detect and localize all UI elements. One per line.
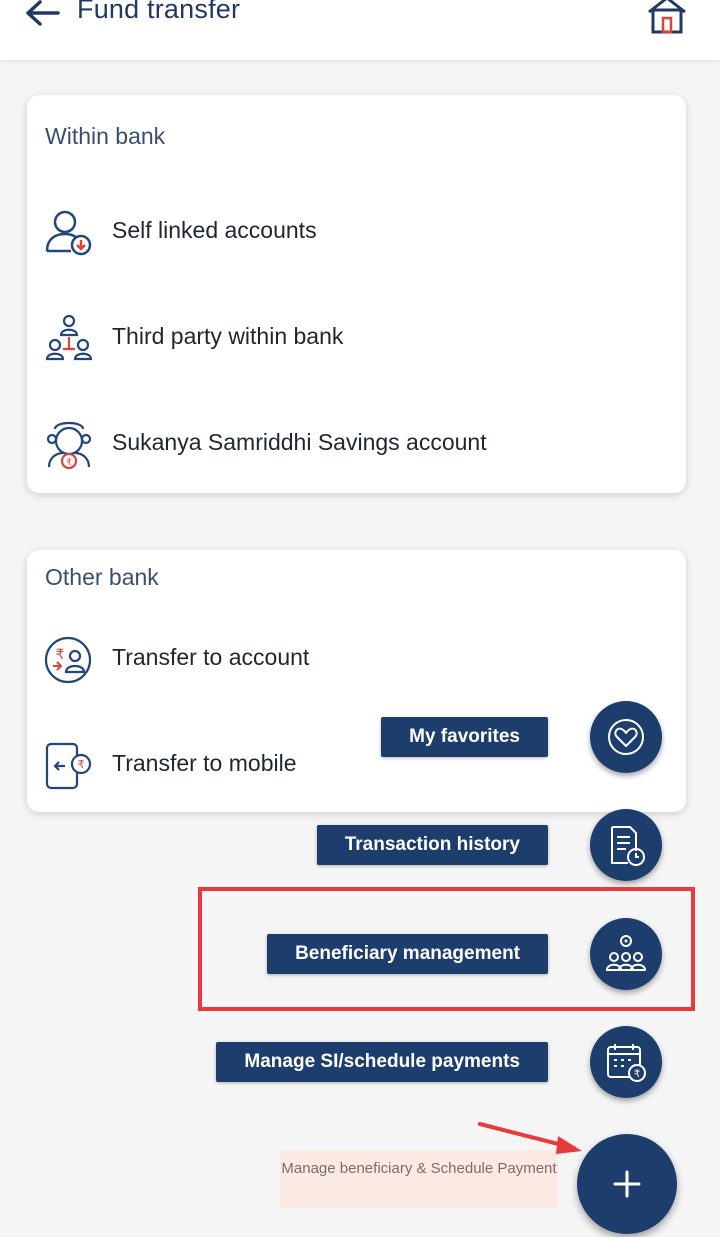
calendar-rupee-icon: ₹ <box>607 1044 646 1082</box>
document-clock-icon <box>611 826 645 866</box>
rupee-user-transfer-icon: ₹ <box>44 636 92 684</box>
girl-child-rupee-icon: ₹ <box>46 421 92 470</box>
option-label: Sukanya Samriddhi Savings account <box>112 429 487 455</box>
option-label: Transfer to account <box>112 644 310 670</box>
app-header: Fund transfer <box>0 0 720 60</box>
add-fab-button[interactable] <box>577 1134 677 1234</box>
option-self-linked-accounts[interactable]: Self linked accounts <box>27 199 686 259</box>
manage-si-schedule-fab[interactable]: ₹ <box>590 1026 662 1098</box>
option-label: Third party within bank <box>112 323 344 349</box>
transaction-history-fab[interactable] <box>590 809 662 881</box>
option-sukanya-samriddhi[interactable]: ₹ Sukanya Samriddhi Savings account <box>27 411 686 471</box>
fab-tooltip: Manage beneficiary & Schedule Payment <box>280 1150 558 1208</box>
user-network-icon <box>45 314 93 361</box>
other-bank-title: Other bank <box>45 564 159 590</box>
arrow-left-icon[interactable] <box>22 0 62 30</box>
within-bank-card: Within bank Self linked accounts Third p… <box>27 95 686 493</box>
svg-text:₹: ₹ <box>66 458 72 468</box>
option-label: Self linked accounts <box>112 217 317 243</box>
within-bank-title: Within bank <box>45 123 166 149</box>
option-label: Transfer to mobile <box>112 750 297 776</box>
beneficiary-management-button[interactable]: Beneficiary management <box>267 934 548 974</box>
home-icon[interactable] <box>644 0 690 34</box>
pointer-arrow <box>478 1122 582 1154</box>
plus-icon <box>613 1170 641 1198</box>
option-transfer-to-mobile[interactable]: ₹ Transfer to mobile <box>27 732 686 792</box>
heart-icon <box>608 719 644 755</box>
user-download-icon <box>45 210 92 256</box>
page-title: Fund transfer <box>77 0 241 24</box>
option-third-party[interactable]: Third party within bank <box>27 305 686 365</box>
option-transfer-to-account[interactable]: ₹ Transfer to account <box>27 626 686 686</box>
svg-text:₹: ₹ <box>634 1069 640 1080</box>
beneficiary-management-fab[interactable] <box>590 918 662 990</box>
other-bank-card: Other bank ₹ Transfer to account ₹ Trans… <box>27 550 686 812</box>
my-favorites-button[interactable]: My favorites <box>381 717 548 757</box>
users-gear-icon <box>605 935 647 971</box>
transaction-history-button[interactable]: Transaction history <box>316 825 548 865</box>
mobile-transfer-icon: ₹ <box>45 742 92 790</box>
svg-text:₹: ₹ <box>56 647 65 663</box>
manage-si-schedule-button[interactable]: Manage SI/schedule payments <box>216 1042 548 1082</box>
my-favorites-fab[interactable] <box>590 701 662 773</box>
svg-text:₹: ₹ <box>78 758 85 771</box>
